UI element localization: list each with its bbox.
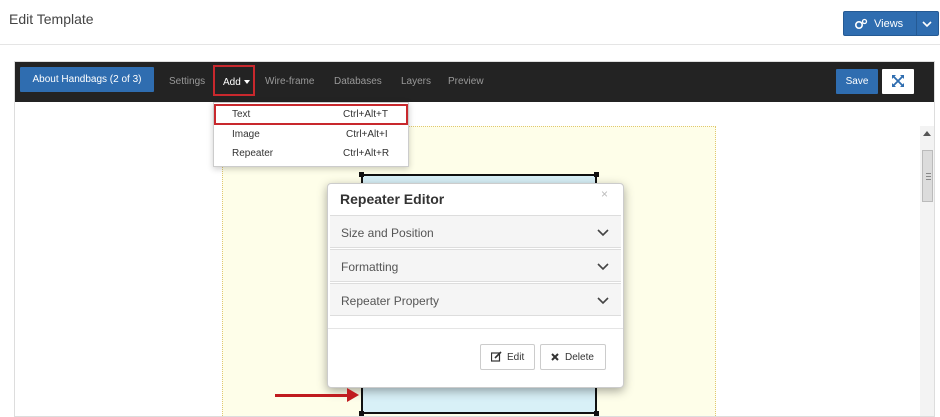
template-selector-button[interactable]: About Handbags (2 of 3) [20,67,154,92]
scroll-up-icon[interactable] [923,131,931,136]
save-button[interactable]: Save [836,69,878,94]
annotation-arrow [275,394,349,397]
nav-settings[interactable]: Settings [169,76,205,87]
chevron-down-icon [922,19,932,31]
page-title: Edit Template [9,11,94,27]
scrollbar-thumb[interactable] [922,150,933,202]
section-size-and-position[interactable]: Size and Position [330,215,621,248]
menu-item-repeater[interactable]: Repeater Ctrl+Alt+R [215,144,406,163]
nav-preview[interactable]: Preview [448,76,484,87]
add-dropdown-menu: Text Ctrl+Alt+T Image Ctrl+Alt+I Repeate… [213,102,409,167]
views-button[interactable]: Views [843,11,939,36]
menu-item-image[interactable]: Image Ctrl+Alt+I [215,125,406,144]
resize-handle[interactable] [594,411,599,416]
delete-button[interactable]: Delete [540,344,606,370]
close-icon[interactable]: × [601,187,608,201]
resize-handle[interactable] [359,172,364,177]
chevron-down-icon [597,292,609,310]
resize-handle[interactable] [594,172,599,177]
fullscreen-button[interactable] [882,69,914,94]
chevron-down-icon [597,258,609,276]
nav-add-dropdown[interactable]: Add [213,65,255,96]
views-label: Views [874,18,904,30]
edit-button[interactable]: Edit [480,344,535,370]
repeater-editor-dialog: Repeater Editor × Size and Position Form… [327,183,624,388]
caret-down-icon [243,80,250,85]
nav-databases[interactable]: Databases [334,76,382,87]
editor-toolbar: About Handbags (2 of 3) Settings Add Wir… [15,62,934,102]
dialog-title: Repeater Editor [340,191,445,207]
gears-icon [854,18,868,33]
annotation-arrowhead [347,388,359,402]
nav-add-label: Add [223,77,241,88]
menu-item-text[interactable]: Text Ctrl+Alt+T [214,104,408,125]
nav-layers[interactable]: Layers [401,76,431,87]
times-icon [551,353,559,364]
expand-icon [891,74,905,93]
chevron-down-icon [597,224,609,242]
resize-handle[interactable] [359,411,364,416]
section-formatting[interactable]: Formatting [330,249,621,282]
vertical-scrollbar[interactable] [920,126,934,416]
section-repeater-property[interactable]: Repeater Property [330,283,621,316]
page-header: Edit Template Views [0,0,940,45]
edit-icon [490,351,502,365]
nav-wireframe[interactable]: Wire-frame [265,76,314,87]
